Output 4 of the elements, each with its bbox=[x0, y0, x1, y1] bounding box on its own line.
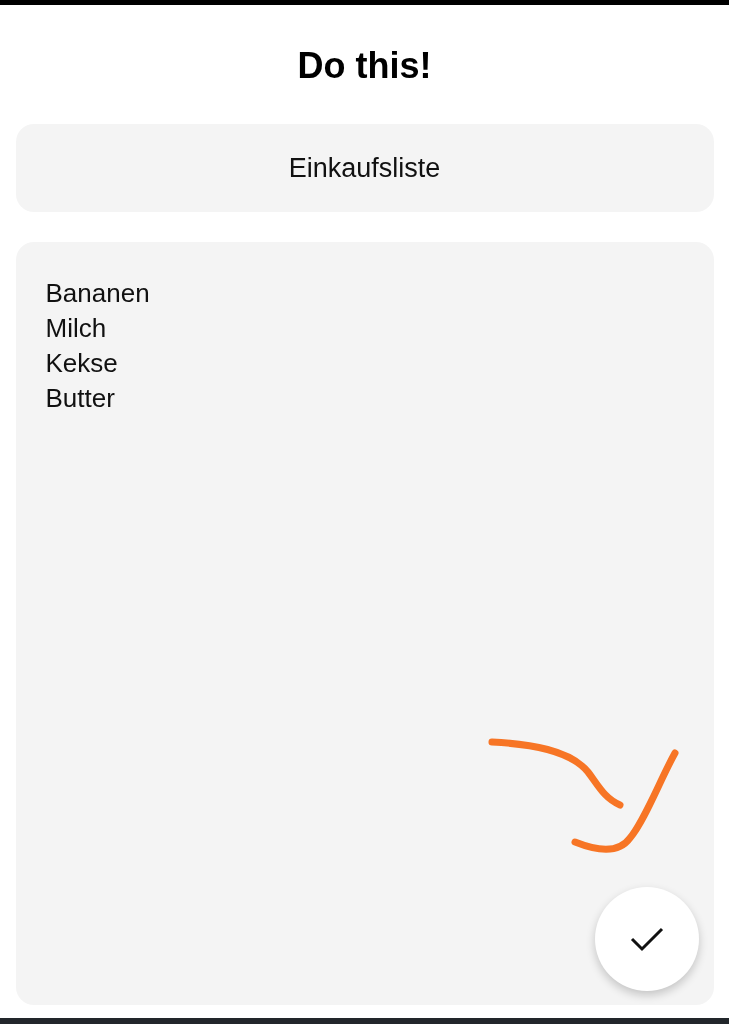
note-field[interactable]: Bananen Milch Kekse Butter bbox=[15, 242, 714, 1005]
page-title: Do this! bbox=[297, 45, 432, 87]
check-icon bbox=[630, 926, 664, 952]
title-field[interactable]: Einkaufsliste bbox=[15, 124, 714, 212]
